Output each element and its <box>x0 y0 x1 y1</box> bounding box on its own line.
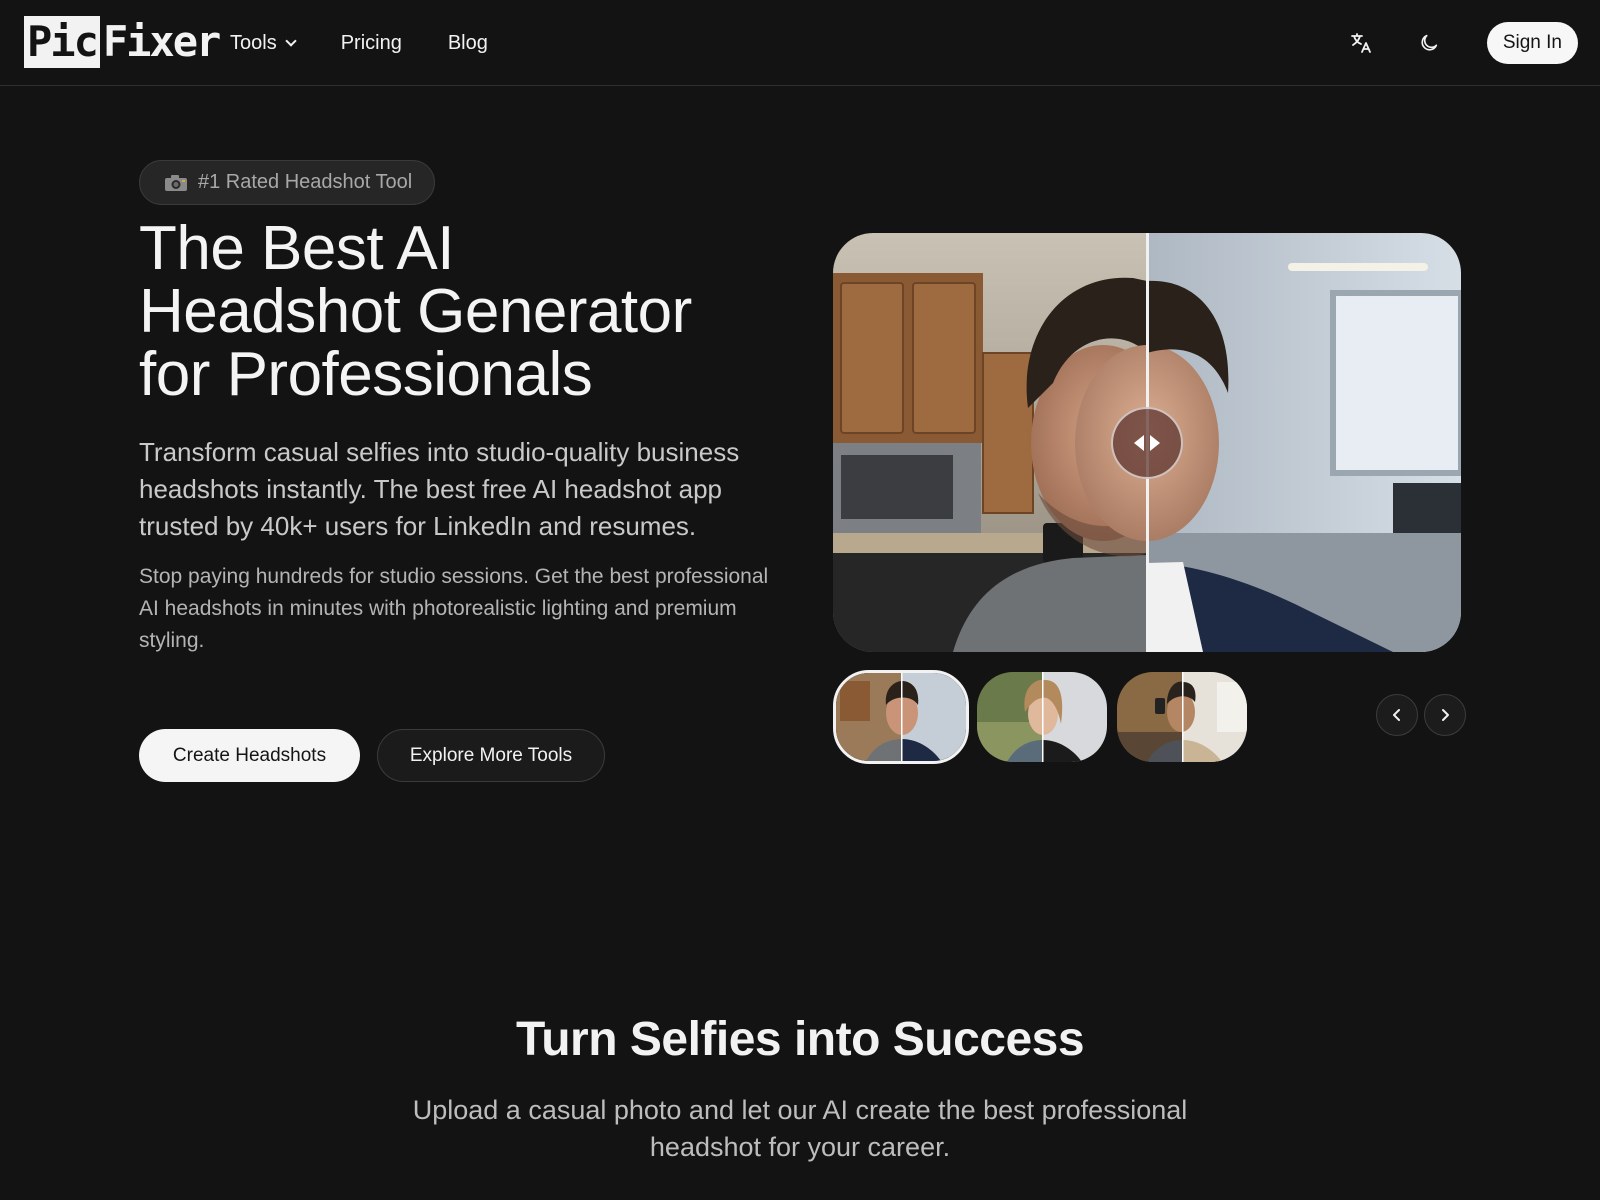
nav-tools-dropdown[interactable]: Tools <box>230 31 297 55</box>
example-thumbnails <box>833 670 1257 764</box>
picfixer-logo[interactable]: Pic Fixer <box>24 16 221 68</box>
left-right-arrows-icon <box>1134 435 1160 451</box>
section-title: Turn Selfies into Success <box>515 1013 1085 1066</box>
camera-icon <box>165 174 187 191</box>
hero-title: The Best AI Headshot Generator for Profe… <box>139 217 779 406</box>
logo-fixer-text: Fixer <box>102 17 221 66</box>
badge-text: #1 Rated Headshot Tool <box>198 171 413 193</box>
hero-description: Transform casual selfies into studio-qua… <box>139 437 740 541</box>
thumbnail-3[interactable] <box>1117 672 1247 762</box>
thumbnail-1-image <box>836 673 966 761</box>
hero-title-line-1: The Best AI <box>139 214 455 283</box>
translate-icon <box>1350 33 1371 53</box>
thumbnail-1[interactable] <box>833 670 969 764</box>
chevron-left-icon <box>1393 709 1400 721</box>
thumbnail-2[interactable] <box>977 672 1107 762</box>
before-after-slider[interactable] <box>833 233 1461 652</box>
thumbnail-2-image <box>977 672 1107 762</box>
thumbnail-3-image <box>1117 672 1247 762</box>
create-headshots-button[interactable]: Create Headshots <box>139 729 360 782</box>
logo-pic-text: Pic <box>24 16 100 68</box>
moon-icon <box>1421 34 1438 51</box>
chevron-down-icon <box>285 35 297 47</box>
carousel-next-button[interactable] <box>1424 694 1466 736</box>
rating-badge: #1 Rated Headshot Tool <box>139 160 436 205</box>
nav-tools-label: Tools <box>230 31 277 54</box>
hero-title-line-2: Headshot Generator <box>139 277 692 346</box>
explore-tools-button[interactable]: Explore More Tools <box>377 729 605 782</box>
hero-title-line-3: for Professionals <box>139 340 593 409</box>
nav-pricing-link[interactable]: Pricing <box>341 32 402 55</box>
hero-cta-row: Create Headshots Explore More Tools <box>139 729 605 782</box>
sign-in-button[interactable]: Sign In <box>1486 22 1578 64</box>
nav-actions: Sign In <box>1341 22 1578 64</box>
carousel-prev-button[interactable] <box>1376 694 1418 736</box>
slider-handle[interactable] <box>1111 407 1183 479</box>
hero-subtext: Stop paying hundreds for studio sessions… <box>139 565 769 652</box>
hero-text: #1 Rated Headshot Tool The Best AI Heads… <box>139 160 779 657</box>
section-description: Upload a casual photo and let our AI cre… <box>412 1095 1188 1162</box>
top-navbar: Pic Fixer Tools Pricing Blog Sign In <box>0 0 1600 86</box>
main-nav: Tools Pricing Blog <box>230 28 534 58</box>
carousel-controls <box>1370 694 1466 736</box>
language-button[interactable] <box>1341 23 1381 63</box>
chevron-right-icon <box>1442 709 1449 721</box>
nav-blog-link[interactable]: Blog <box>448 32 488 55</box>
theme-toggle-button[interactable] <box>1409 23 1449 63</box>
